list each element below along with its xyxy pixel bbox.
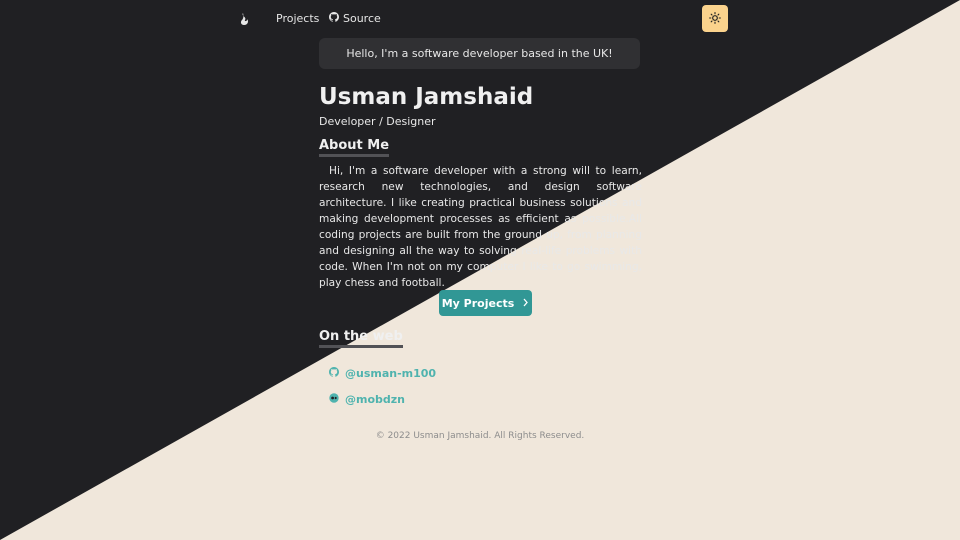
sun-icon <box>709 9 721 28</box>
flame-logo-icon[interactable] <box>236 11 252 27</box>
chevron-right-icon <box>522 297 529 310</box>
on-the-web-heading: On the web <box>319 329 403 348</box>
source-label: Source <box>343 12 381 25</box>
nav-source-link[interactable]: Source <box>329 12 381 25</box>
github-profile-link[interactable]: @usman-m100 <box>329 367 436 380</box>
medium-icon <box>329 393 339 406</box>
my-projects-label: My Projects <box>441 296 515 310</box>
nav-projects-link[interactable]: Projects <box>276 12 319 25</box>
page-title: Usman Jamshaid <box>319 84 534 110</box>
medium-handle: @mobdzn <box>345 393 406 406</box>
theme-toggle-button[interactable] <box>702 5 728 32</box>
medium-profile-link[interactable]: @mobdzn <box>329 393 405 406</box>
intro-banner: Hello, I'm a software developer based in… <box>319 38 640 69</box>
role-subtitle: Developer / Designer <box>319 115 436 128</box>
my-projects-button[interactable]: My Projects <box>439 290 532 316</box>
about-heading: About Me <box>319 138 390 157</box>
about-paragraph: Hi, I'm a software developer with a stro… <box>319 165 642 289</box>
github-handle: @usman-m100 <box>345 367 437 380</box>
top-navbar: Projects Source <box>0 0 960 38</box>
footer-copyright: © 2022 Usman Jamshaid. All Rights Reserv… <box>375 431 585 441</box>
github-icon <box>329 12 339 25</box>
github-icon <box>329 367 339 380</box>
